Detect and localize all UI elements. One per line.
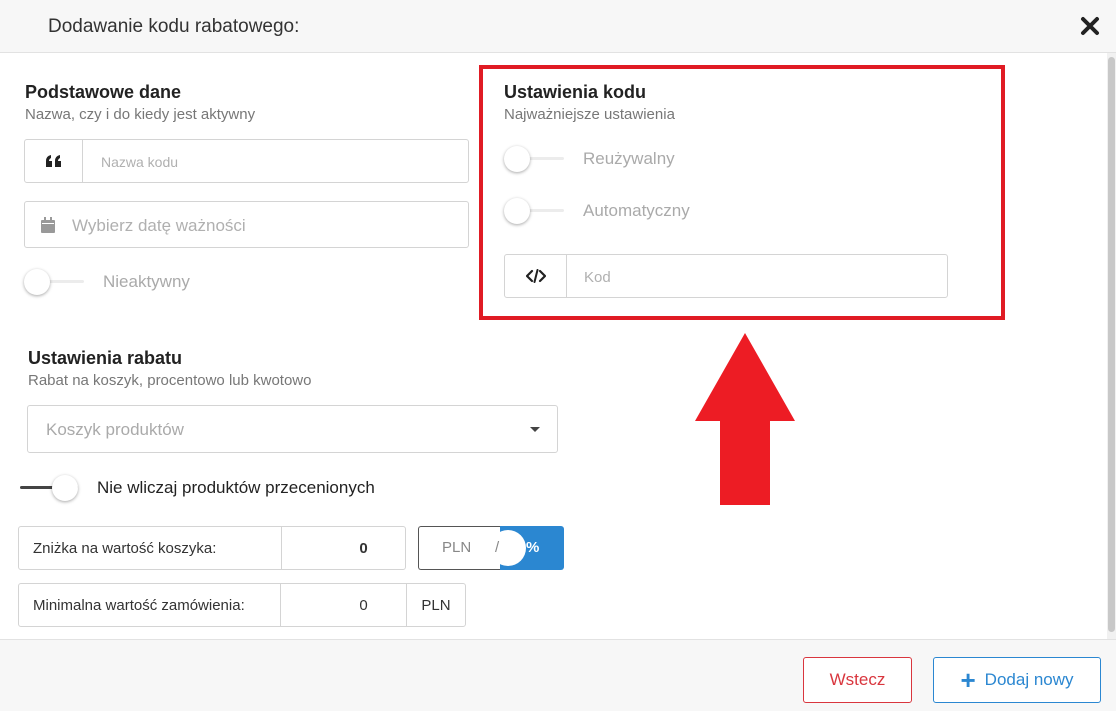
exclude-discounted-toggle[interactable] [18,475,80,501]
code-name-placeholder: Nazwa kodu [101,154,179,170]
percent-option: % [526,539,540,556]
scrollbar-thumb[interactable] [1108,57,1115,632]
modal-header: Dodawanie kodu rabatowego: [0,0,1116,53]
caret-down-icon [530,427,540,432]
close-icon [1081,17,1099,35]
discount-type-value: Koszyk produktów [46,420,184,439]
basic-data-title: Podstawowe dane [25,82,182,102]
back-button[interactable]: Wstecz [803,657,912,703]
up-arrow-annotation [695,333,795,505]
pln-option: PLN [442,539,472,556]
modal-title: Dodawanie kodu rabatowego: [48,16,300,37]
min-order-input[interactable]: 0 [281,584,407,626]
expiry-date-field[interactable]: Wybierz datę ważności [24,201,469,248]
discount-type-select[interactable]: Koszyk produktów [27,405,558,453]
add-new-button[interactable]: + Dodaj nowy [933,657,1101,703]
cart-discount-input[interactable]: 0 [282,527,405,569]
min-order-row: Minimalna wartość zamówienia: 0 PLN [18,583,466,627]
min-order-label: Minimalna wartość zamówienia: [19,584,281,626]
active-toggle[interactable] [24,269,86,295]
add-new-button-label: Dodaj nowy [984,670,1074,689]
currency-percent-toggle[interactable]: PLN / % [418,526,564,570]
quote-addon [25,140,83,182]
scrollbar[interactable] [1107,53,1116,640]
code-name-field[interactable]: Nazwa kodu [24,139,469,183]
back-button-label: Wstecz [829,670,886,689]
exclude-discounted-label: Nie wliczaj produktów przecenionych [97,478,375,497]
highlight-box [479,65,1005,320]
discount-settings-subtitle: Rabat na koszyk, procentowo lub kwotowo [28,372,312,389]
calendar-icon [41,217,55,233]
cart-discount-row: Zniżka na wartość koszyka: 0 [18,526,406,570]
min-order-unit: PLN [421,596,451,614]
close-button[interactable] [1079,15,1101,37]
unit-separator: / [495,539,500,556]
discount-settings-title: Ustawienia rabatu [28,348,183,368]
cart-discount-label: Zniżka na wartość koszyka: [19,527,282,569]
plus-icon: + [960,665,976,695]
active-toggle-label: Nieaktywny [103,272,190,291]
quote-icon [45,155,61,167]
expiry-date-placeholder: Wybierz datę ważności [72,216,246,235]
basic-data-subtitle: Nazwa, czy i do kiedy jest aktywny [25,106,256,123]
